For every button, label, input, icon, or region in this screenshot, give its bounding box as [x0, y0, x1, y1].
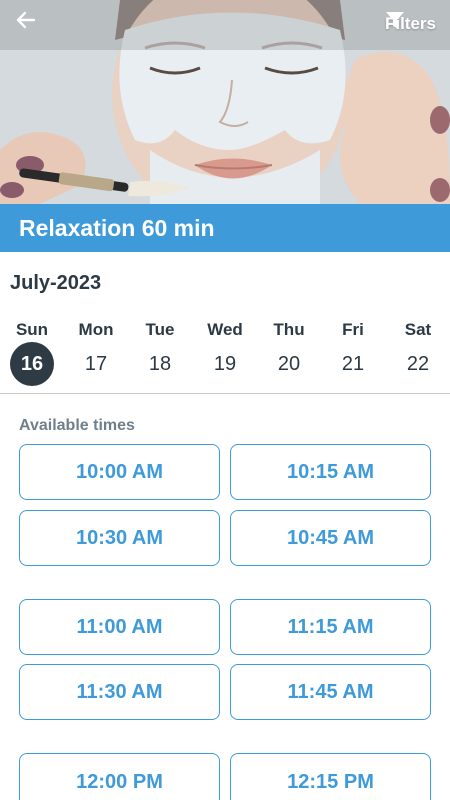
- funnel-icon: [385, 12, 404, 28]
- time-slot-button[interactable]: 11:00 AM: [19, 599, 220, 655]
- day-number: 22: [406, 352, 430, 375]
- day-wed[interactable]: Wed 19: [195, 318, 255, 392]
- day-name: Sun: [15, 320, 49, 339]
- day-number: 20: [277, 352, 301, 375]
- time-slot-button[interactable]: 10:30 AM: [19, 510, 220, 566]
- day-number: 17: [84, 352, 108, 375]
- day-sun[interactable]: Sun 16: [2, 318, 62, 392]
- service-title: Relaxation 60 min: [19, 214, 215, 241]
- available-times-label: Available times: [19, 417, 135, 434]
- time-slot-button[interactable]: 12:15 PM: [230, 753, 431, 800]
- day-name: Tue: [145, 320, 175, 339]
- hero-image: Filters: [0, 0, 450, 204]
- facial-treatment-illustration: [0, 0, 450, 204]
- back-button[interactable]: [14, 8, 50, 40]
- day-number: 19: [213, 352, 237, 375]
- time-slot-button[interactable]: 11:15 AM: [230, 599, 431, 655]
- time-slot-button[interactable]: 10:45 AM: [230, 510, 431, 566]
- filters-button[interactable]: Filters: [385, 10, 436, 38]
- time-slot-button[interactable]: 10:00 AM: [19, 444, 220, 500]
- day-sat[interactable]: Sat 22: [388, 318, 448, 392]
- day-mon[interactable]: Mon 17: [66, 318, 126, 392]
- time-slot-button[interactable]: 11:45 AM: [230, 664, 431, 720]
- day-name: Wed: [207, 320, 243, 339]
- day-name: Mon: [78, 320, 114, 339]
- week-strip: Sun 16 Mon 17 Tue 18 Wed 19 Thu 20 Fri 2…: [0, 318, 450, 392]
- day-thu[interactable]: Thu 20: [259, 318, 319, 392]
- day-tue[interactable]: Tue 18: [130, 318, 190, 392]
- day-name: Thu: [273, 320, 305, 339]
- time-slot-button[interactable]: 11:30 AM: [19, 664, 220, 720]
- day-number: 21: [341, 352, 365, 375]
- day-fri[interactable]: Fri 21: [323, 318, 383, 392]
- day-name: Fri: [342, 320, 364, 339]
- arrow-left-icon: [16, 11, 36, 29]
- day-number-selected: 16: [10, 342, 54, 386]
- day-name: Sat: [404, 320, 432, 339]
- divider: [0, 393, 450, 394]
- day-number: 18: [148, 352, 172, 375]
- time-slot-button[interactable]: 12:00 PM: [19, 753, 220, 800]
- time-slot-button[interactable]: 10:15 AM: [230, 444, 431, 500]
- service-title-bar: Relaxation 60 min: [0, 204, 450, 252]
- month-label: July-2023: [10, 272, 102, 294]
